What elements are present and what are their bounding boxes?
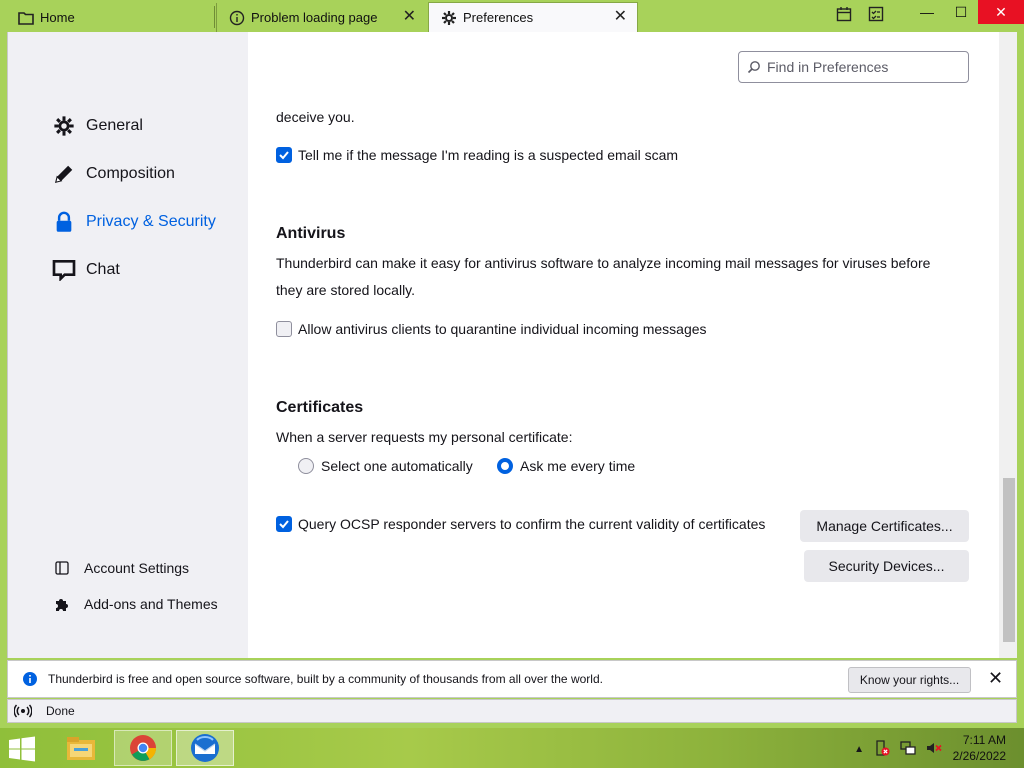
minimize-button[interactable]: — [910, 0, 944, 24]
info-icon [22, 671, 38, 687]
sidebar-item-label: Composition [86, 165, 175, 182]
security-devices-button[interactable]: Security Devices... [804, 550, 969, 582]
sidebar-item-chat[interactable]: Chat [52, 258, 120, 282]
folder-icon [18, 10, 34, 26]
tab-label: Preferences [463, 10, 534, 25]
radio-auto-label: Select one automatically [321, 458, 473, 474]
taskbar-thunderbird[interactable] [176, 730, 234, 766]
scam-checkbox-label: Tell me if the message I'm reading is a … [298, 147, 679, 163]
close-window-button[interactable]: ✕ [978, 0, 1024, 24]
network-icon[interactable] [900, 740, 916, 759]
account-settings-label: Account Settings [84, 560, 190, 576]
toolbar-icons [836, 6, 884, 25]
sidebar-item-general[interactable]: General [52, 114, 143, 138]
window-controls: — ☐ ✕ [910, 0, 1024, 24]
preferences-pane: Find in Preferences deceive you. Tell me… [248, 32, 1000, 658]
sidebar-item-label: Privacy & Security [86, 213, 216, 230]
addons-themes-link[interactable]: Add-ons and Themes [54, 596, 218, 612]
know-your-rights-button[interactable]: Know your rights... [848, 667, 971, 693]
tray-chevron-icon[interactable]: ▲ [854, 744, 864, 755]
cut-off-text: deceive you. [276, 109, 355, 125]
file-explorer-icon [67, 737, 95, 760]
search-input[interactable]: Find in Preferences [738, 51, 969, 83]
info-icon [229, 10, 245, 26]
antivirus-heading: Antivirus [276, 225, 346, 242]
system-tray: ▲ [854, 740, 942, 759]
clock-time: 7:11 AM [962, 733, 1006, 747]
online-status-icon[interactable] [14, 704, 32, 718]
tab-preferences[interactable]: Preferences ✕ [428, 2, 638, 32]
checkbox-checked[interactable] [276, 147, 292, 163]
account-settings-link[interactable]: Account Settings [54, 560, 189, 576]
antivirus-checkbox-label: Allow antivirus clients to quarantine in… [298, 321, 707, 337]
tasks-icon[interactable] [868, 6, 884, 25]
maximize-button[interactable]: ☐ [944, 0, 978, 24]
certificates-heading: Certificates [276, 399, 364, 416]
close-icon[interactable]: ✕ [988, 669, 1003, 687]
taskbar-file-explorer[interactable] [52, 730, 110, 766]
tab-label: Problem loading page [251, 10, 378, 25]
antivirus-description-line1: Thunderbird can make it easy for antivir… [276, 255, 931, 271]
vertical-scrollbar[interactable] [999, 32, 1017, 658]
scrollbar-thumb[interactable] [1003, 478, 1015, 642]
radio-unselected[interactable] [298, 458, 314, 474]
gear-icon [441, 10, 457, 26]
close-icon[interactable]: ✕ [614, 9, 627, 25]
scam-checkbox-row[interactable]: Tell me if the message I'm reading is a … [276, 147, 678, 163]
addons-themes-label: Add-ons and Themes [84, 596, 218, 612]
lock-icon [52, 210, 76, 234]
sidebar-item-label: Chat [86, 261, 120, 278]
search-placeholder: Find in Preferences [767, 59, 889, 75]
windows-start-button[interactable] [8, 736, 36, 762]
taskbar: ▲ 7:11 AM 2/26/2022 [0, 728, 1024, 768]
status-text: Done [46, 704, 75, 718]
tab-bar: Home Problem loading page ✕ Preferences … [0, 0, 1024, 32]
status-bar: Done [7, 699, 1017, 723]
sidebar-item-label: General [86, 117, 143, 134]
clock-date: 2/26/2022 [952, 749, 1006, 763]
action-center-alert-icon[interactable] [874, 740, 890, 759]
account-icon [54, 560, 70, 576]
radio-ask-every-time[interactable]: Ask me every time [497, 458, 635, 474]
notification-bar: Thunderbird is free and open source soft… [7, 660, 1017, 698]
tab-label: Home [40, 10, 75, 25]
notification-message: Thunderbird is free and open source soft… [48, 672, 603, 686]
chat-icon [52, 258, 76, 282]
sidebar: General Composition Privacy & Security C… [8, 32, 248, 658]
certificates-description: When a server requests my personal certi… [276, 429, 573, 445]
manage-certificates-button[interactable]: Manage Certificates... [800, 510, 969, 542]
volume-muted-icon[interactable] [926, 740, 942, 759]
ocsp-checkbox-row[interactable]: Query OCSP responder servers to confirm … [276, 516, 765, 532]
sidebar-item-privacy-security[interactable]: Privacy & Security [52, 210, 216, 234]
thunderbird-window: Home Problem loading page ✕ Preferences … [0, 0, 1024, 728]
antivirus-description-line2: they are stored locally. [276, 282, 416, 298]
thunderbird-icon [191, 734, 219, 762]
checkbox-unchecked[interactable] [276, 321, 292, 337]
sidebar-item-composition[interactable]: Composition [52, 162, 175, 186]
tab-problem-loading[interactable]: Problem loading page ✕ [216, 3, 426, 32]
radio-selected[interactable] [497, 458, 513, 474]
radio-ask-label: Ask me every time [520, 458, 636, 474]
chrome-icon [130, 735, 157, 761]
calendar-icon[interactable] [836, 6, 852, 25]
antivirus-checkbox-row[interactable]: Allow antivirus clients to quarantine in… [276, 321, 707, 337]
preferences-content: General Composition Privacy & Security C… [7, 32, 1017, 658]
ocsp-checkbox-label: Query OCSP responder servers to confirm … [298, 516, 766, 532]
gear-icon [52, 114, 76, 138]
taskbar-chrome[interactable] [114, 730, 172, 766]
close-icon[interactable]: ✕ [403, 9, 416, 25]
puzzle-icon [54, 596, 70, 612]
pencil-icon [52, 162, 76, 186]
search-icon [747, 60, 761, 74]
taskbar-clock[interactable]: 7:11 AM 2/26/2022 [953, 732, 1006, 764]
tab-separator [214, 6, 215, 28]
radio-select-automatically[interactable]: Select one automatically [298, 458, 473, 474]
checkbox-checked[interactable] [276, 516, 292, 532]
tab-home[interactable]: Home [6, 3, 214, 32]
